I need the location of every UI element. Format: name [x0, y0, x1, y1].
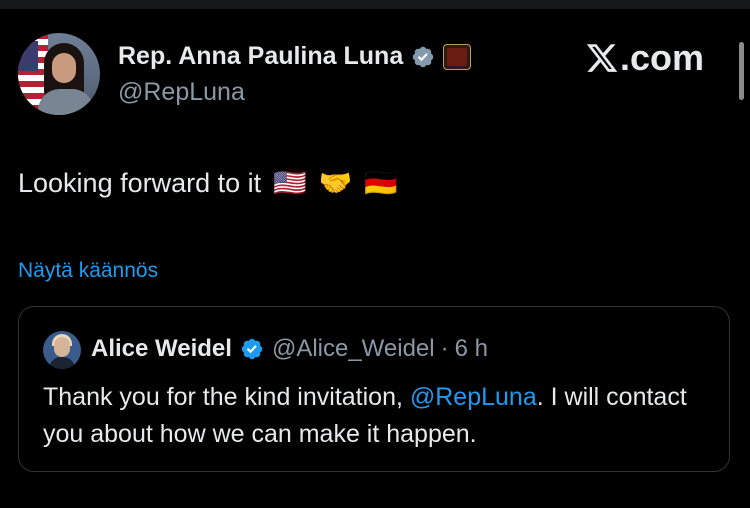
quoted-tweet-text: Thank you for the kind invitation, @RepL… — [43, 379, 713, 453]
avatar-face — [52, 53, 76, 83]
author-avatar[interactable] — [18, 33, 100, 115]
quoted-author-avatar[interactable] — [43, 331, 81, 369]
quoted-avatar-face — [54, 337, 70, 357]
x-logo: .com — [585, 40, 704, 76]
avatar-suit — [38, 89, 94, 115]
us-flag-emoji: 🇺🇸 — [273, 168, 307, 198]
quoted-tweet-card[interactable]: Alice Weidel @Alice_Weidel · 6 h Thank y… — [18, 306, 730, 472]
quoted-avatar-body — [49, 357, 75, 369]
quoted-author-name[interactable]: Alice Weidel — [91, 335, 232, 363]
author-name[interactable]: Rep. Anna Paulina Luna — [118, 42, 403, 71]
tweet-body: Looking forward to it — [18, 167, 262, 198]
quoted-text-start: Thank you for the kind invitation, — [43, 383, 410, 411]
germany-flag-emoji: 🇩🇪 — [364, 168, 399, 198]
author-name-row: Rep. Anna Paulina Luna — [118, 42, 472, 71]
verified-badge-icon[interactable] — [411, 45, 435, 69]
x-logo-icon — [586, 44, 618, 72]
tweet-text: Looking forward to it 🇺🇸 🤝 🇩🇪 — [18, 167, 398, 199]
us-flag-canton — [18, 41, 38, 71]
show-translation-link[interactable]: Näytä käännös — [18, 259, 158, 283]
affiliation-badge-inner — [447, 47, 468, 66]
quoted-tweet-header: Alice Weidel @Alice_Weidel · 6 h — [91, 335, 488, 363]
quoted-author-handle[interactable]: @Alice_Weidel — [272, 335, 435, 363]
x-domain-suffix: .com — [620, 37, 705, 78]
handshake-emoji: 🤝 — [318, 168, 353, 198]
blue-verified-badge-icon[interactable] — [240, 337, 264, 361]
author-handle[interactable]: @RepLuna — [118, 78, 245, 107]
dot-separator: · — [440, 335, 449, 362]
scrollbar[interactable] — [739, 42, 744, 100]
mention-link[interactable]: @RepLuna — [410, 383, 537, 411]
top-status-bar — [0, 0, 750, 9]
affiliation-badge-icon[interactable] — [443, 43, 472, 70]
quoted-tweet-time[interactable]: 6 h — [455, 335, 488, 363]
